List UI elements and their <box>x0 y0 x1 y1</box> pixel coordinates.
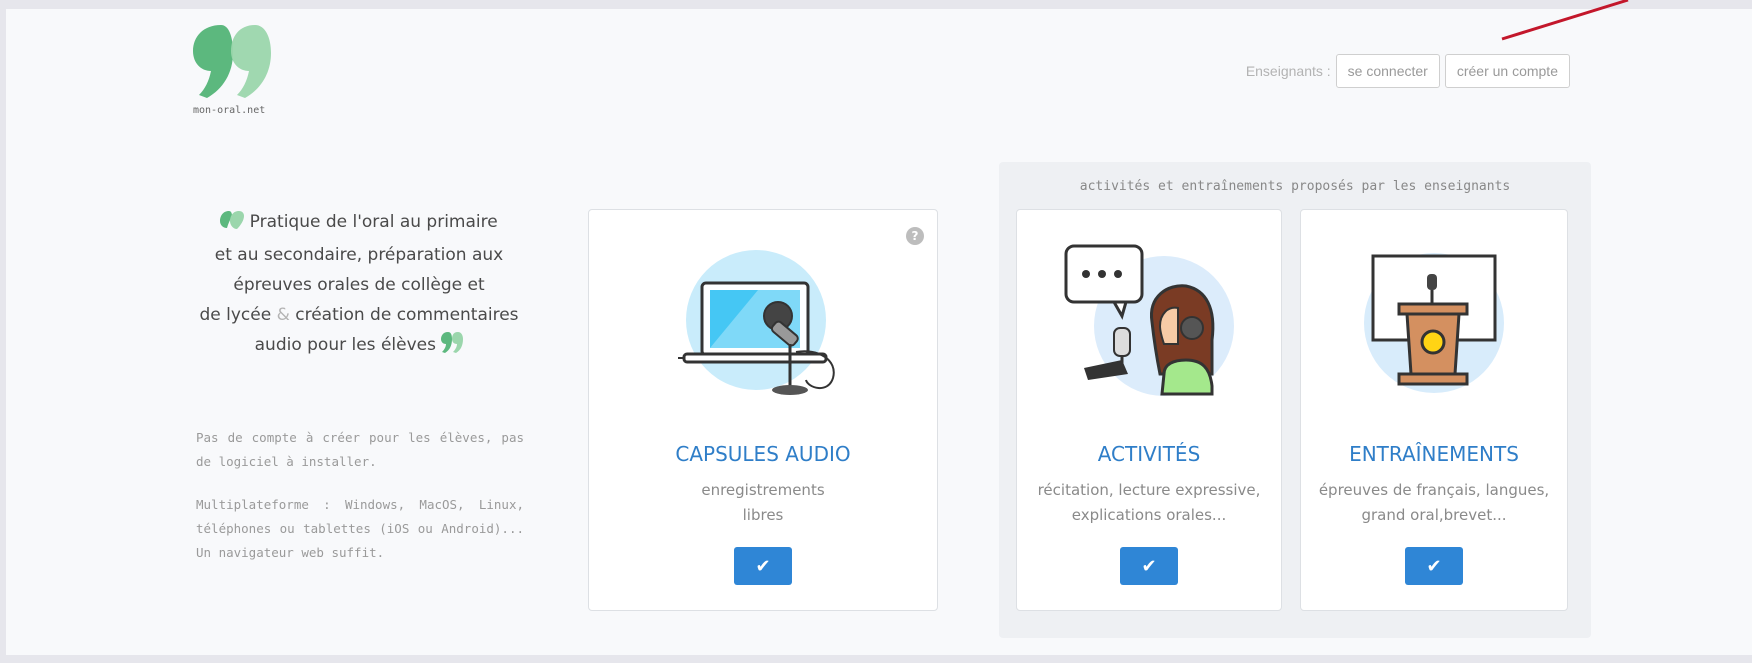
card-desc-entrainements-line2: grand oral,brevet... <box>1361 506 1507 524</box>
site-logo[interactable]: mon-oral.net <box>193 23 283 116</box>
intro-line-4a: de lycée <box>199 305 272 325</box>
group-title: activités et entraînements proposés par … <box>1079 179 1511 194</box>
login-button[interactable]: se connecter <box>1335 54 1440 88</box>
card-desc-activites-line2: explications orales... <box>1071 506 1227 524</box>
leaf-icon <box>220 210 245 240</box>
intro-line-1-text: Pratique de l'oral au primaire <box>249 212 498 232</box>
page: mon-oral.net Enseignants : se connecter … <box>6 9 1752 655</box>
intro-line-2: et au secondaire, préparation aux <box>214 245 504 265</box>
quote-logo-icon <box>193 25 271 98</box>
quote-small-icon <box>441 331 464 363</box>
activites-go-button[interactable]: ✔ <box>1120 547 1178 585</box>
card-desc-activites: récitation, lecture expressive, explicat… <box>1027 478 1271 528</box>
check-icon: ✔ <box>1426 555 1442 576</box>
card-desc-capsules-line1: enregistrements <box>701 481 825 499</box>
card-desc-entrainements-line1: épreuves de français, langues, <box>1318 481 1550 499</box>
teacher-label: Enseignants : <box>1245 63 1331 79</box>
intro-line-5-text: audio pour les élèves <box>254 335 436 355</box>
intro-line-1: Pratique de l'oral au primaire <box>199 207 519 240</box>
card-desc-capsules: enregistrements libres <box>599 478 927 528</box>
card-desc-capsules-line2: libres <box>742 506 784 524</box>
intro-text: Pratique de l'oral au primaire et au sec… <box>199 207 519 363</box>
card-activites[interactable]: ACTIVITÉS récitation, lecture expressive… <box>1016 209 1282 611</box>
podium-icon <box>1364 253 1504 393</box>
note-multiplatform: Multiplateforme : Windows, MacOS, Linux,… <box>196 497 524 560</box>
card-desc-entrainements: épreuves de français, langues, grand ora… <box>1311 478 1557 528</box>
annotation-arrow-line <box>1501 0 1629 41</box>
speaking-student-icon <box>1064 244 1234 396</box>
entrainements-go-button[interactable]: ✔ <box>1405 547 1463 585</box>
card-title-entrainements: ENTRAÎNEMENTS <box>1349 442 1519 466</box>
card-title-activites: ACTIVITÉS <box>1097 442 1201 466</box>
card-entrainements[interactable]: ENTRAÎNEMENTS épreuves de français, lang… <box>1300 209 1568 611</box>
laptop-microphone-icon <box>678 250 835 395</box>
intro-ampersand: & <box>276 305 290 325</box>
signup-button[interactable]: créer un compte <box>1444 54 1570 88</box>
check-icon: ✔ <box>1141 555 1157 576</box>
card-capsules-audio[interactable]: ? CAPSULES AUDIO enregistrements libres … <box>588 209 938 611</box>
intro-line-3: épreuves orales de collège et <box>233 275 485 295</box>
check-icon: ✔ <box>755 555 771 576</box>
teacher-bar: Enseignants : se connecter créer un comp… <box>1246 54 1570 88</box>
card-title-capsules: CAPSULES AUDIO <box>675 442 851 466</box>
intro-line-4: de lycée & création de commentaires <box>199 300 519 330</box>
help-icon[interactable]: ? <box>906 227 924 245</box>
note-no-account: Pas de compte à créer pour les élèves, p… <box>196 430 524 469</box>
intro-line-4b: création de commentaires <box>295 305 519 325</box>
intro-line-5: audio pour les élèves <box>199 330 519 363</box>
logo-caption: mon-oral.net <box>193 105 266 116</box>
capsules-go-button[interactable]: ✔ <box>734 547 792 585</box>
card-desc-activites-line1: récitation, lecture expressive, <box>1037 481 1261 499</box>
